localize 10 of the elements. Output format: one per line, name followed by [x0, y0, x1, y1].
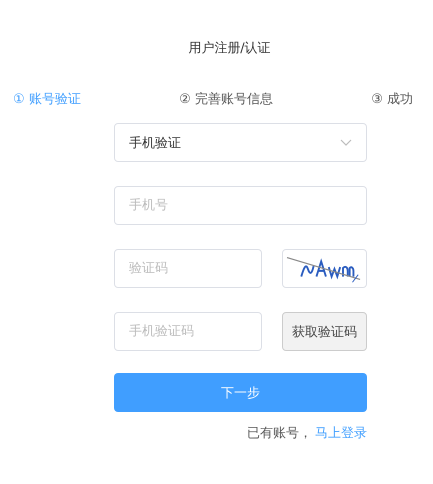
step-item[interactable]: ② 完善账号信息: [179, 90, 273, 108]
sms-code-input-field[interactable]: 手机验证码: [114, 312, 262, 351]
captcha-input-field[interactable]: 验证码: [114, 249, 262, 288]
get-code-button[interactable]: 获取验证码: [282, 312, 367, 351]
phone-input-field[interactable]: 手机号: [114, 186, 367, 225]
step-item[interactable]: ③ 成功: [371, 90, 413, 108]
chevron-down-icon: [340, 139, 352, 146]
page-title: 用户注册/认证: [188, 40, 271, 58]
verify-method-select[interactable]: 手机验证: [114, 123, 367, 162]
login-prompt: 已有账号，: [247, 425, 312, 442]
